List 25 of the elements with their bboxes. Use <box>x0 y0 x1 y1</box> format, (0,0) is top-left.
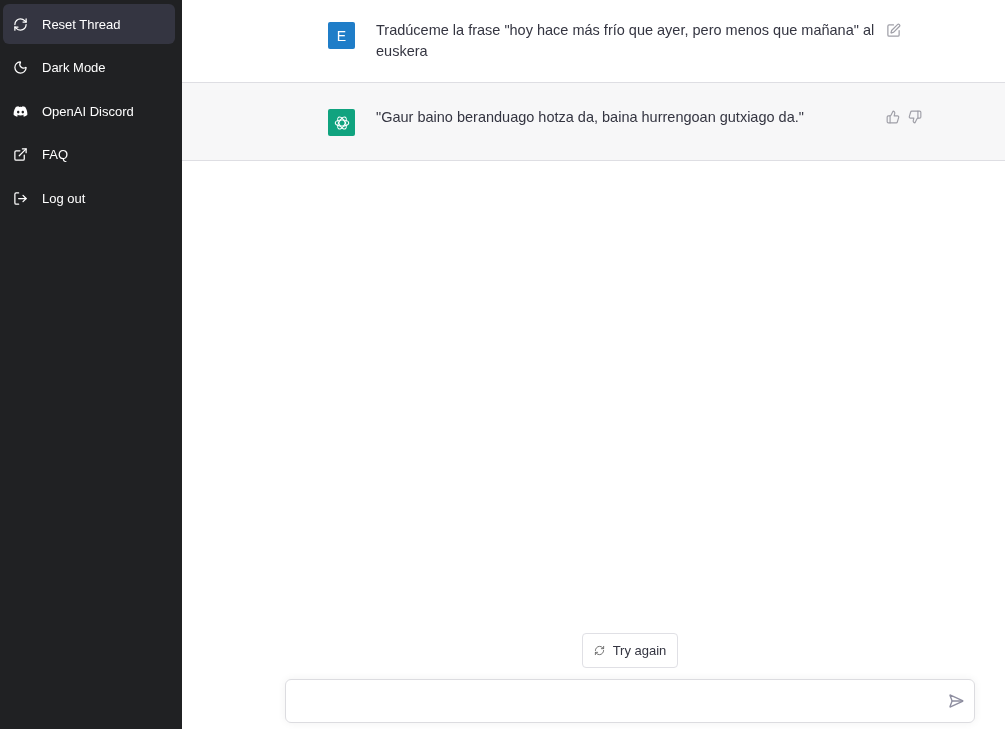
try-again-button[interactable]: Try again <box>581 633 679 668</box>
discord-icon <box>13 103 28 119</box>
sidebar-item[interactable]: Log out <box>3 178 175 218</box>
sidebar-item[interactable]: Reset Thread <box>3 4 175 44</box>
message-text: "Gaur baino beranduago hotza da, baina hurrengoan gutxiago da." <box>376 108 805 127</box>
refresh-icon <box>13 16 28 32</box>
edit-icon[interactable] <box>886 23 901 38</box>
refresh-icon <box>593 645 605 656</box>
sidebar-item-label: OpenAI Discord <box>42 103 134 119</box>
sidebar-item-label: Reset Thread <box>42 16 121 32</box>
message-text: Tradúceme la frase "hoy hace más frío que ayer, pero menos que mañana" al euskera <box>376 21 876 61</box>
sidebar-item[interactable]: Dark Mode <box>3 47 175 88</box>
thumbs-up-icon[interactable] <box>886 110 900 124</box>
sidebar-item-label: Log out <box>42 190 86 206</box>
external-link-icon <box>13 147 28 162</box>
sidebar-item[interactable]: OpenAI Discord <box>3 91 175 131</box>
sidebar-item-label: Dark Mode <box>42 60 106 75</box>
user-avatar: E <box>328 22 355 49</box>
message-input[interactable] <box>285 679 975 723</box>
send-icon[interactable] <box>948 693 964 709</box>
logout-icon <box>13 190 28 206</box>
thumbs-down-icon[interactable] <box>908 110 922 124</box>
moon-icon <box>13 60 28 75</box>
sidebar-item[interactable]: FAQ <box>3 134 175 175</box>
sidebar-item-label: FAQ <box>42 147 68 162</box>
